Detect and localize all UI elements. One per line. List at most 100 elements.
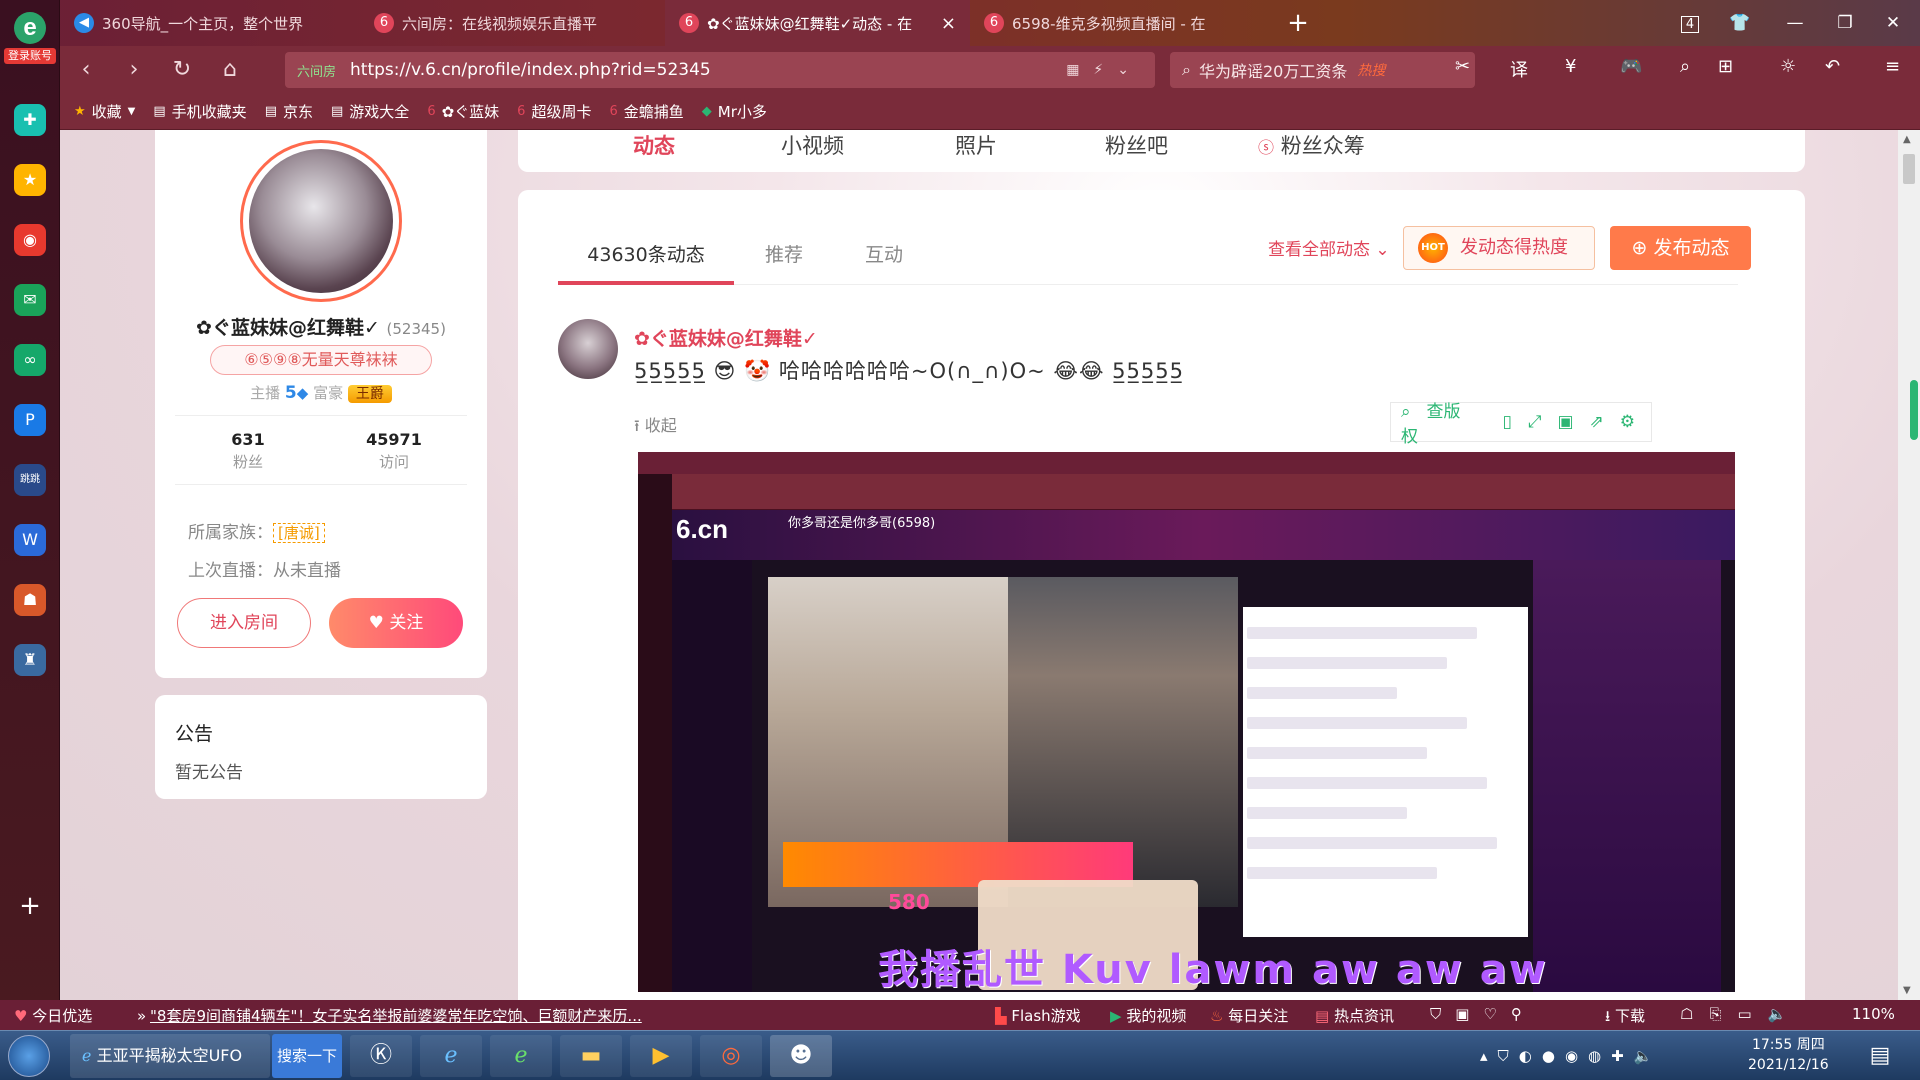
weibo-icon[interactable]: ◉ bbox=[14, 224, 46, 256]
bookmark-fishing[interactable]: 6 金蟾捕鱼 bbox=[609, 101, 683, 122]
new-tab-button[interactable]: + bbox=[1275, 0, 1321, 46]
nav-tab-fanbar[interactable]: 粉丝吧 bbox=[1105, 130, 1168, 160]
add-app-icon[interactable]: + bbox=[14, 890, 46, 922]
settings-gear-icon[interactable]: ⚙ bbox=[1620, 412, 1635, 432]
copyright-check-button[interactable]: ⌕ 查版权 bbox=[1401, 397, 1486, 447]
chick-app-icon[interactable]: ☻ bbox=[770, 1035, 832, 1077]
address-tools[interactable]: ▦⚡⌄ bbox=[1066, 62, 1143, 78]
fans-stat[interactable]: 631 粉丝 bbox=[175, 416, 321, 484]
expand-icon[interactable]: ⤢ bbox=[1528, 412, 1542, 432]
back-button[interactable]: ‹ bbox=[64, 48, 108, 92]
chrome-icon[interactable]: ◎ bbox=[700, 1035, 762, 1077]
bookmark-favorites[interactable]: ★ 收藏 ▼ bbox=[74, 101, 135, 122]
mail-icon[interactable]: ✉ bbox=[14, 284, 46, 316]
refresh-button[interactable]: ↻ bbox=[160, 48, 204, 92]
scroll-up-icon[interactable]: ▲ bbox=[1903, 134, 1911, 145]
minimize-button[interactable]: — bbox=[1770, 0, 1820, 46]
save-icon[interactable]: ▣ bbox=[1557, 412, 1573, 432]
p-app-icon[interactable]: P bbox=[14, 404, 46, 436]
news-headline[interactable]: "8套房9间商铺4辆车"！女子实名举报前婆婆常年吃空饷、巨额财产来历... bbox=[150, 1005, 642, 1026]
notifications-icon[interactable]: ▤ bbox=[1855, 1035, 1905, 1077]
folder-icon[interactable]: ▬ bbox=[560, 1035, 622, 1077]
nav-tab-crowdfund[interactable]: ⓢ 粉丝众筹 bbox=[1258, 130, 1365, 160]
post-image[interactable]: 6.cn 你多哥还是你多哥(6598) 580 我播乱世 Kuv lawm aw… bbox=[638, 452, 1735, 992]
bookmark-jd[interactable]: ▤ 京东 bbox=[265, 101, 313, 122]
address-bar[interactable]: 六间房 https://v.6.cn/profile/index.php?rid… bbox=[285, 52, 1155, 88]
flash-games[interactable]: ▙ Flash游戏 bbox=[995, 1005, 1081, 1026]
bookmark-games[interactable]: ▤ 游戏大全 bbox=[331, 101, 409, 122]
game2-app-icon[interactable]: ☗ bbox=[14, 584, 46, 616]
close-icon[interactable]: × bbox=[941, 13, 956, 34]
family-link[interactable]: [唐诚] bbox=[273, 523, 325, 543]
nav-tab-feed[interactable]: 动态 bbox=[633, 130, 675, 160]
feed-tab-recommend[interactable]: 推荐 bbox=[734, 225, 834, 285]
menu-icon[interactable]: ≡ bbox=[1885, 56, 1900, 77]
share-icon[interactable]: ⇗ bbox=[1590, 412, 1604, 432]
bookmark-mrxiaoduo[interactable]: ◆ Mr小多 bbox=[702, 101, 767, 122]
bookmark-tool-icon[interactable]: ▯ bbox=[1502, 412, 1511, 432]
coin-icon[interactable]: ¥ bbox=[1565, 56, 1576, 77]
bookmark-lanmeimei[interactable]: 6 ✿ぐ蓝妹 bbox=[427, 101, 499, 122]
bookmark-weekly[interactable]: 6 超级周卡 bbox=[517, 101, 591, 122]
nav-tab-videos[interactable]: 小视频 bbox=[781, 130, 844, 160]
follow-button[interactable]: ♥ 关注 bbox=[329, 598, 463, 648]
tab-6cn-home[interactable]: 6 六间房：在线视频娱乐直播平 bbox=[360, 0, 665, 46]
word-app-icon[interactable]: W bbox=[14, 524, 46, 556]
gamepad-icon[interactable]: 🎮 bbox=[1620, 56, 1642, 77]
feed-tab-interact[interactable]: 互动 bbox=[834, 225, 934, 285]
search-text[interactable]: 华为辟谣20万工资条 bbox=[1199, 58, 1347, 82]
browser-logo[interactable]: e 登录账号 bbox=[4, 12, 56, 72]
url-text[interactable]: https://v.6.cn/profile/index.php?rid=523… bbox=[350, 60, 711, 80]
tab-profile[interactable]: 6 ✿ぐ蓝妹妹@红舞鞋✓动态 - 在 × bbox=[665, 0, 970, 46]
vertical-scrollbar[interactable]: ▲ ▼ bbox=[1898, 130, 1920, 1000]
publish-button[interactable]: ⊕ 发布动态 bbox=[1610, 226, 1751, 270]
download-button[interactable]: ⭳ 下载 bbox=[1605, 1005, 1645, 1031]
forward-button[interactable]: › bbox=[112, 48, 156, 92]
shirt-icon[interactable]: 👕 bbox=[1715, 0, 1765, 46]
enter-room-button[interactable]: 进入房间 bbox=[177, 598, 311, 648]
collapse-link[interactable]: ⭱ 收起 bbox=[634, 412, 677, 442]
feed-tab-all[interactable]: 43630条动态 bbox=[558, 225, 734, 285]
side-handle[interactable] bbox=[1910, 380, 1918, 440]
nav-tab-photos[interactable]: 照片 bbox=[955, 130, 997, 160]
post-author[interactable]: ✿ぐ蓝妹妹@红舞鞋✓ bbox=[634, 324, 818, 351]
chain-app-icon[interactable]: ∞ bbox=[14, 344, 46, 376]
grid-icon[interactable]: ⊞ bbox=[1718, 56, 1733, 77]
tab-360[interactable]: ◀ 360导航_一个主页，整个世界 bbox=[60, 0, 360, 46]
start-button[interactable] bbox=[8, 1035, 50, 1077]
login-tag[interactable]: 登录账号 bbox=[4, 48, 56, 64]
restore-button[interactable]: ❐ bbox=[1820, 0, 1870, 46]
brightness-icon[interactable]: ☼ bbox=[1780, 56, 1796, 77]
tab-count-badge[interactable]: 4 bbox=[1665, 0, 1715, 46]
my-videos[interactable]: ▶ 我的视频 bbox=[1110, 1005, 1186, 1026]
k-app-icon[interactable]: Ⓚ bbox=[350, 1035, 412, 1077]
status-tool-icons[interactable]: ⛉▣♡⚲ bbox=[1430, 1005, 1536, 1023]
bookmark-mobile[interactable]: ▤ 手机收藏夹 bbox=[153, 101, 246, 122]
taskbar-search-button[interactable]: 搜索一下 bbox=[272, 1034, 342, 1078]
game-app-icon[interactable]: 跳跳 bbox=[14, 464, 46, 496]
search-box[interactable]: ⌕ 华为辟谣20万工资条 热搜 bbox=[1170, 52, 1475, 88]
tray-icons[interactable]: ▴⛉◐●◉◍✚🔈 bbox=[1480, 1034, 1730, 1078]
daily-focus[interactable]: ♨ 每日关注 bbox=[1210, 1005, 1288, 1026]
taskbar-ie-item[interactable]: ℯ 王亚平揭秘太空UFO bbox=[70, 1034, 270, 1078]
360-browser-icon[interactable]: ℯ bbox=[490, 1035, 552, 1077]
clock[interactable]: 17:55 周四 2021/12/16 bbox=[1748, 1035, 1829, 1075]
scroll-thumb[interactable] bbox=[1903, 154, 1915, 184]
status-right-icons[interactable]: ☖⎘▭🔈 bbox=[1680, 1005, 1802, 1023]
home-button[interactable]: ⌂ bbox=[208, 48, 252, 92]
game3-app-icon[interactable]: ♜ bbox=[14, 644, 46, 676]
ie-browser-icon[interactable]: ℯ bbox=[420, 1035, 482, 1077]
undo-icon[interactable]: ↶ bbox=[1825, 56, 1840, 77]
translate-icon[interactable]: 译 bbox=[1510, 56, 1528, 82]
favorites-star-icon[interactable]: ★ bbox=[14, 164, 46, 196]
hot-button[interactable]: HOT 发动态得热度 bbox=[1403, 226, 1595, 270]
hot-news[interactable]: ▤ 热点资讯 bbox=[1315, 1005, 1394, 1026]
media-player-icon[interactable]: ▶ bbox=[630, 1035, 692, 1077]
avatar[interactable] bbox=[240, 140, 402, 302]
post-avatar[interactable] bbox=[558, 319, 618, 379]
view-all-dropdown[interactable]: 查看全部动态 ⌄ bbox=[1268, 235, 1390, 260]
plus-app-icon[interactable]: ✚ bbox=[14, 104, 46, 136]
tab-live-room[interactable]: 6 6598-维克多视频直播间 - 在 bbox=[970, 0, 1275, 46]
today-picks[interactable]: ♥ 今日优选 » bbox=[14, 1005, 146, 1026]
zoom-level[interactable]: 110% bbox=[1852, 1005, 1895, 1023]
